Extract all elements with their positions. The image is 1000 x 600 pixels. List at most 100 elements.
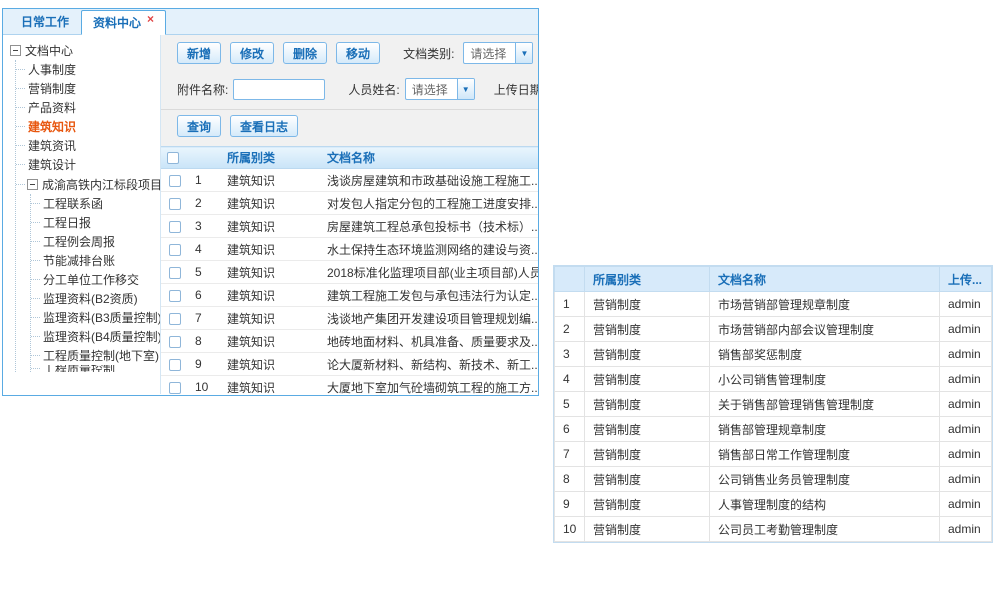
row-category: 建筑知识 bbox=[221, 192, 321, 215]
row-checkbox[interactable] bbox=[169, 175, 181, 187]
toolbar-row-2: 附件名称: 人员姓名: 请选择 ▼ 上传日期 bbox=[177, 78, 538, 100]
view-log-button[interactable]: 查看日志 bbox=[230, 115, 298, 137]
table-row[interactable]: 1 营销制度 市场营销部管理规章制度 admin bbox=[555, 292, 992, 317]
table-row[interactable]: 1 建筑知识 浅谈房屋建筑和市政基础设施工程施工... bbox=[161, 169, 538, 192]
row-document-name: 水土保持生态环境监测网络的建设与资... bbox=[321, 238, 538, 261]
collapse-icon[interactable] bbox=[27, 179, 38, 190]
tree-node-document-center[interactable]: 文档中心 bbox=[10, 40, 158, 60]
category-column-header: 所属别类 bbox=[221, 147, 321, 169]
sidebar-tree-item[interactable]: 工程联系函 bbox=[31, 194, 158, 213]
row-document-name: 销售部管理规章制度 bbox=[710, 417, 940, 442]
table-row[interactable]: 6 营销制度 销售部管理规章制度 admin bbox=[555, 417, 992, 442]
delete-button[interactable]: 删除 bbox=[283, 42, 327, 64]
chevron-down-icon[interactable]: ▼ bbox=[457, 79, 474, 99]
row-checkbox[interactable] bbox=[169, 267, 181, 279]
tab[interactable]: 资料中心 × bbox=[81, 10, 166, 35]
row-checkbox[interactable] bbox=[169, 198, 181, 210]
sidebar-tree-item[interactable]: 建筑设计 bbox=[16, 155, 158, 174]
tree-node-project[interactable]: 成渝高铁内江标段项目 bbox=[16, 174, 158, 194]
row-document-name: 市场营销部内部会议管理制度 bbox=[710, 317, 940, 342]
sidebar-tree-item[interactable]: 节能减排台账 bbox=[31, 251, 158, 270]
row-checkbox[interactable] bbox=[169, 359, 181, 371]
sidebar-tree-item[interactable]: 营销制度 bbox=[16, 79, 158, 98]
checkbox-cell bbox=[161, 376, 189, 395]
row-checkbox[interactable] bbox=[169, 336, 181, 348]
toolbar-row-3: 查询 查看日志 bbox=[161, 109, 538, 142]
edit-button[interactable]: 修改 bbox=[230, 42, 274, 64]
row-checkbox[interactable] bbox=[169, 244, 181, 256]
row-checkbox[interactable] bbox=[169, 382, 181, 394]
row-index: 10 bbox=[555, 517, 585, 542]
sidebar-tree-item[interactable]: 分工单位工作移交 bbox=[31, 270, 158, 289]
table-row[interactable]: 9 建筑知识 论大厦新材料、新结构、新技术、新工... bbox=[161, 353, 538, 376]
document-tree: 文档中心 人事制度 营销制度 产品资料 建筑知识 建筑资讯 建筑设计 成渝高铁内… bbox=[3, 35, 160, 372]
select-all-checkbox[interactable] bbox=[167, 152, 179, 164]
row-index: 3 bbox=[555, 342, 585, 367]
sidebar-tree-item[interactable]: 工程质量控制(地下室) bbox=[31, 346, 158, 365]
marketing-docs-table: 所属别类 文档名称 上传... 1 营销制度 市场营销部管理规章制度 admin… bbox=[554, 266, 992, 542]
table-row[interactable]: 7 营销制度 销售部日常工作管理制度 admin bbox=[555, 442, 992, 467]
table-row[interactable]: 5 建筑知识 2018标准化监理项目部(业主项目部)人员... bbox=[161, 261, 538, 284]
table-row[interactable]: 6 建筑知识 建筑工程施工发包与承包违法行为认定... bbox=[161, 284, 538, 307]
move-button[interactable]: 移动 bbox=[336, 42, 380, 64]
sidebar-tree-item[interactable]: 工程日报 bbox=[31, 213, 158, 232]
sidebar-tree-item[interactable]: 监理资料(B4质量控制) bbox=[31, 327, 158, 346]
sidebar-tree-item[interactable]: 建筑资讯 bbox=[16, 136, 158, 155]
sidebar-tree-item[interactable]: 人事制度 bbox=[16, 60, 158, 79]
row-index: 5 bbox=[555, 392, 585, 417]
table-row[interactable]: 8 营销制度 公司销售业务员管理制度 admin bbox=[555, 467, 992, 492]
index-column-header bbox=[555, 267, 585, 292]
row-document-name: 论大厦新材料、新结构、新技术、新工... bbox=[321, 353, 538, 376]
select-all-header-cell bbox=[161, 147, 189, 169]
table-row[interactable]: 5 营销制度 关于销售部管理销售管理制度 admin bbox=[555, 392, 992, 417]
sidebar-tree-item[interactable]: 产品资料 bbox=[16, 98, 158, 117]
collapse-icon[interactable] bbox=[10, 45, 21, 56]
tab-close-icon[interactable]: × bbox=[147, 13, 154, 25]
table-row[interactable]: 4 建筑知识 水土保持生态环境监测网络的建设与资... bbox=[161, 238, 538, 261]
sidebar-tree-item[interactable]: 监理资料(B2资质) bbox=[31, 289, 158, 308]
sidebar-tree-item[interactable]: 工程例会周报 bbox=[31, 232, 158, 251]
sidebar-tree-item[interactable]: 监理资料(B3质量控制) bbox=[31, 308, 158, 327]
table-row[interactable]: 4 营销制度 小公司销售管理制度 admin bbox=[555, 367, 992, 392]
table-row[interactable]: 10 营销制度 公司员工考勤管理制度 admin bbox=[555, 517, 992, 542]
tree-children-level1: 人事制度 营销制度 产品资料 建筑知识 建筑资讯 建筑设计 成渝高铁内江标段项目… bbox=[15, 60, 158, 372]
query-button[interactable]: 查询 bbox=[177, 115, 221, 137]
attachment-name-input[interactable] bbox=[233, 79, 325, 100]
table-row[interactable]: 9 营销制度 人事管理制度的结构 admin bbox=[555, 492, 992, 517]
row-category: 建筑知识 bbox=[221, 307, 321, 330]
chevron-down-icon[interactable]: ▼ bbox=[515, 43, 532, 63]
document-table: 所属别类 文档名称 1 建筑知识 浅谈房屋建筑和市政基础设施工程施工... 2 … bbox=[161, 146, 538, 394]
table-row[interactable]: 2 建筑知识 对发包人指定分包的工程施工进度安排... bbox=[161, 192, 538, 215]
row-index: 2 bbox=[189, 192, 221, 215]
row-category: 建筑知识 bbox=[221, 284, 321, 307]
name-column-header: 文档名称 bbox=[710, 267, 940, 292]
toolbar-row-1: 新增 修改 删除 移动 文档类别: 请选择 ▼ 文档 bbox=[177, 42, 538, 64]
document-table-header-row: 所属别类 文档名称 bbox=[161, 147, 538, 169]
table-row[interactable]: 8 建筑知识 地砖地面材料、机具准备、质量要求及... bbox=[161, 330, 538, 353]
row-index: 2 bbox=[555, 317, 585, 342]
tree-item-label: 工程例会周报 bbox=[43, 233, 115, 250]
add-button[interactable]: 新增 bbox=[177, 42, 221, 64]
table-row[interactable]: 3 营销制度 销售部奖惩制度 admin bbox=[555, 342, 992, 367]
attachment-filter-label: 附件名称: bbox=[177, 81, 228, 98]
row-checkbox[interactable] bbox=[169, 290, 181, 302]
tab[interactable]: 日常工作 × bbox=[9, 9, 81, 34]
table-row[interactable]: 2 营销制度 市场营销部内部会议管理制度 admin bbox=[555, 317, 992, 342]
row-checkbox[interactable] bbox=[169, 221, 181, 233]
row-checkbox[interactable] bbox=[169, 313, 181, 325]
sidebar-tree-item[interactable]: 建筑知识 bbox=[16, 117, 158, 136]
row-document-name: 地砖地面材料、机具准备、质量要求及... bbox=[321, 330, 538, 353]
row-document-name: 人事管理制度的结构 bbox=[710, 492, 940, 517]
row-uploader: admin bbox=[940, 517, 992, 542]
sidebar-tree-item[interactable]: 工程质量控制 bbox=[31, 365, 158, 372]
table-row[interactable]: 3 建筑知识 房屋建筑工程总承包投标书（技术标）... bbox=[161, 215, 538, 238]
table-row[interactable]: 10 建筑知识 大厦地下室加气砼墙砌筑工程的施工方... bbox=[161, 376, 538, 395]
row-document-name: 关于销售部管理销售管理制度 bbox=[710, 392, 940, 417]
row-index: 7 bbox=[555, 442, 585, 467]
row-index: 9 bbox=[189, 353, 221, 376]
category-select[interactable]: 请选择 ▼ bbox=[463, 42, 533, 64]
person-select[interactable]: 请选择 ▼ bbox=[405, 78, 475, 100]
row-category: 建筑知识 bbox=[221, 353, 321, 376]
tab-label: 日常工作 bbox=[21, 13, 69, 30]
table-row[interactable]: 7 建筑知识 浅谈地产集团开发建设项目管理规划编... bbox=[161, 307, 538, 330]
